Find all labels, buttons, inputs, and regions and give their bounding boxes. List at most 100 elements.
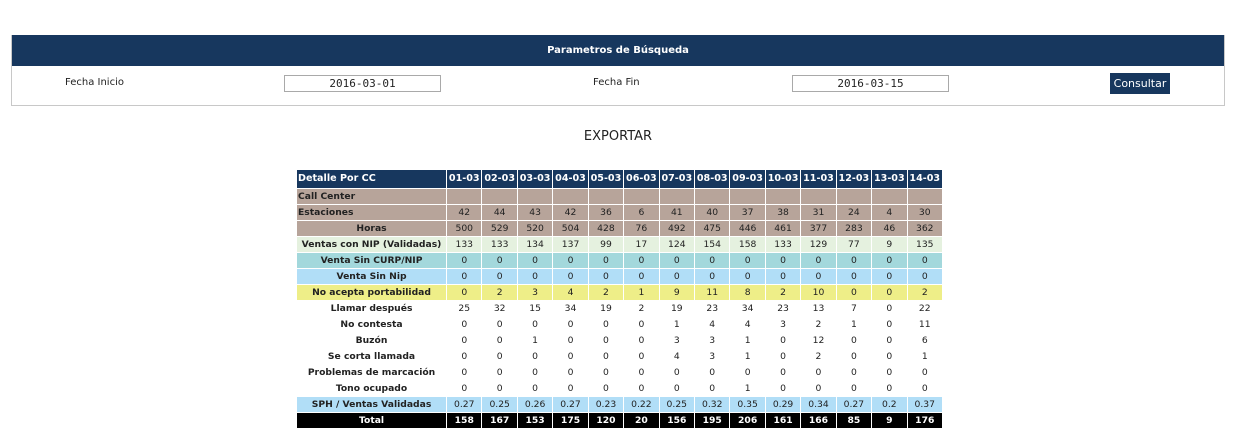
table-cell: 0 (729, 252, 766, 269)
table-cell: 0 (693, 252, 731, 269)
table-cell: 0 (835, 284, 873, 301)
table-cell: 9 (658, 284, 696, 301)
table-cell: 3 (764, 316, 802, 333)
table-cell: 2 (764, 284, 802, 301)
table-cell: 2 (800, 348, 837, 365)
table-cell: 0 (764, 268, 802, 285)
table-cell: 195 (693, 412, 731, 429)
table-cell: 77 (835, 236, 873, 253)
table-cell: 36 (587, 204, 625, 221)
table-row: Venta Sin Nip 0 0 0 0 0 0 0 0 0 0 0 0 0 0 (295, 268, 944, 285)
table-cell: 4 (658, 348, 696, 365)
table-cell: 0.35 (729, 396, 766, 413)
fecha-fin-input[interactable]: 2016-03-15 (792, 75, 949, 92)
table-cell: 0 (871, 380, 908, 397)
search-header: Parametros de Búsqueda (12, 35, 1224, 66)
table-cell: 0 (623, 348, 660, 365)
consultar-button[interactable]: Consultar (1110, 73, 1170, 94)
table-cell: 9 (871, 412, 908, 429)
table-cell: 283 (835, 220, 873, 237)
table-cell: 362 (906, 220, 944, 237)
column-header: 11-03 (800, 169, 837, 189)
table-cell: 158 (446, 412, 483, 429)
table-cell: 0 (764, 332, 802, 349)
table-cell: 500 (446, 220, 483, 237)
table-cell: 0 (623, 252, 660, 269)
table-cell: 3 (516, 284, 554, 301)
export-link[interactable]: EXPORTAR (0, 129, 1236, 144)
table-cell: 0 (906, 364, 944, 381)
table-cell: 475 (693, 220, 731, 237)
table-cell: 461 (764, 220, 802, 237)
table-cell: 0 (871, 300, 908, 317)
table-cell (481, 188, 518, 205)
table-row: SPH / Ventas Validadas 0.27 0.25 0.26 0.27 0.… (295, 396, 944, 413)
table-cell: 0 (693, 380, 731, 397)
table-cell: 0.27 (552, 396, 589, 413)
table-cell (516, 188, 554, 205)
table-cell: 99 (587, 236, 625, 253)
table-row: Se corta llamada 0 0 0 0 0 0 4 3 1 0 2 0 0 1 (295, 348, 944, 365)
table-cell: 0.2 (871, 396, 908, 413)
column-header: 06-03 (623, 169, 660, 189)
table-cell (729, 188, 766, 205)
table-row: No acepta portabilidad 0 2 3 4 2 1 9 11 8 2 10 0 0 2 (295, 284, 944, 301)
table-cell: 0 (764, 380, 802, 397)
column-header: 14-03 (906, 169, 944, 189)
table-cell: 0 (516, 268, 554, 285)
table-row: No contesta 0 0 0 0 0 0 1 4 4 3 2 1 0 11 (295, 316, 944, 333)
table-cell: 32 (481, 300, 518, 317)
table-cell: 0 (587, 348, 625, 365)
table-cell: 12 (800, 332, 837, 349)
table-cell: 85 (835, 412, 873, 429)
table-cell: 0 (835, 348, 873, 365)
table-row: Buzón 0 0 1 0 0 0 3 3 1 0 12 0 0 6 (295, 332, 944, 349)
row-label: Ventas con NIP (Validadas) (295, 236, 448, 253)
table-cell: 0 (623, 380, 660, 397)
table-cell: 0 (552, 364, 589, 381)
table-cell: 520 (516, 220, 554, 237)
table-cell: 0.32 (693, 396, 731, 413)
table-cell: 6 (906, 332, 944, 349)
table-cell: 0 (800, 380, 837, 397)
table-cell: 8 (729, 284, 766, 301)
fecha-inicio-label: Fecha Inicio (65, 77, 124, 88)
table-cell: 0 (623, 316, 660, 333)
table-cell: 0 (693, 268, 731, 285)
row-label: Call Center (295, 188, 448, 205)
table-cell: 0 (835, 252, 873, 269)
table-cell: 0 (552, 348, 589, 365)
fecha-inicio-input[interactable]: 2016-03-01 (284, 75, 441, 92)
table-cell: 2 (906, 284, 944, 301)
table-cell: 0 (729, 364, 766, 381)
table-cell: 11 (693, 284, 731, 301)
table-cell: 153 (516, 412, 554, 429)
table-cell: 15 (516, 300, 554, 317)
table-cell: 0 (516, 380, 554, 397)
table-cell: 166 (800, 412, 837, 429)
table-cell: 0 (800, 364, 837, 381)
table-cell: 0 (764, 348, 802, 365)
table-header-row: Detalle Por CC 01-03 02-03 03-03 04-03 05-03… (295, 169, 944, 189)
table-cell: 0 (481, 268, 518, 285)
table-cell: 0 (552, 332, 589, 349)
detail-table: Detalle Por CC 01-03 02-03 03-03 04-03 05-03… (295, 169, 944, 429)
table-cell: 120 (587, 412, 625, 429)
column-header: 07-03 (658, 169, 696, 189)
table-cell: 156 (658, 412, 696, 429)
table-cell: 1 (516, 332, 554, 349)
table-cell: 34 (729, 300, 766, 317)
table-cell: 0 (516, 348, 554, 365)
table-cell: 2 (587, 284, 625, 301)
table-cell: 0 (658, 364, 696, 381)
table-cell: 0.26 (516, 396, 554, 413)
table-cell: 0 (871, 284, 908, 301)
table-cell: 446 (729, 220, 766, 237)
table-cell: 42 (552, 204, 589, 221)
table-cell: 133 (481, 236, 518, 253)
table-cell: 24 (835, 204, 873, 221)
column-header: 04-03 (552, 169, 589, 189)
search-panel: Parametros de Búsqueda Fecha Inicio 2016… (11, 35, 1225, 106)
table-row: Tono ocupado 0 0 0 0 0 0 0 0 1 0 0 0 0 0 (295, 380, 944, 397)
table-cell: 4 (552, 284, 589, 301)
